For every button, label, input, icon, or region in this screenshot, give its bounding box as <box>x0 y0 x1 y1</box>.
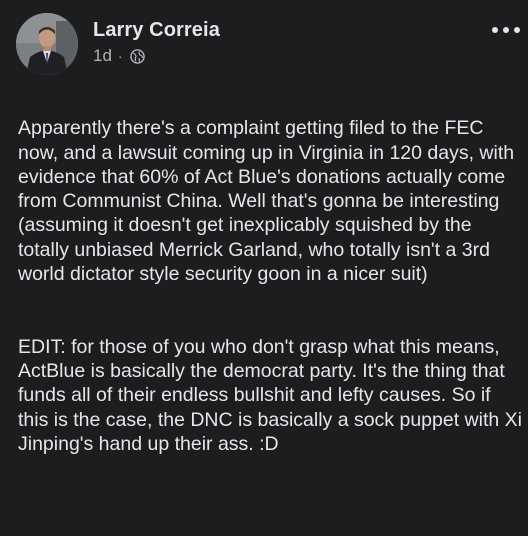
facebook-post: Larry Correia 1d · Apparently there's a … <box>0 0 528 536</box>
more-dot <box>514 27 520 33</box>
post-meta: 1d · <box>93 45 145 67</box>
post-paragraph-2: EDIT: for those of you who don't grasp w… <box>18 335 522 455</box>
more-dot <box>503 27 509 33</box>
post-timestamp[interactable]: 1d <box>93 46 112 66</box>
more-dot <box>492 27 498 33</box>
more-options-icon[interactable] <box>492 20 520 40</box>
post-paragraph-1: Apparently there's a complaint getting f… <box>18 117 515 286</box>
meta-separator: · <box>117 48 123 64</box>
globe-icon <box>129 48 145 64</box>
author-name[interactable]: Larry Correia <box>93 19 220 42</box>
post-body: Apparently there's a complaint getting f… <box>18 92 526 480</box>
avatar[interactable] <box>16 13 78 75</box>
profile-photo-icon <box>16 13 78 75</box>
